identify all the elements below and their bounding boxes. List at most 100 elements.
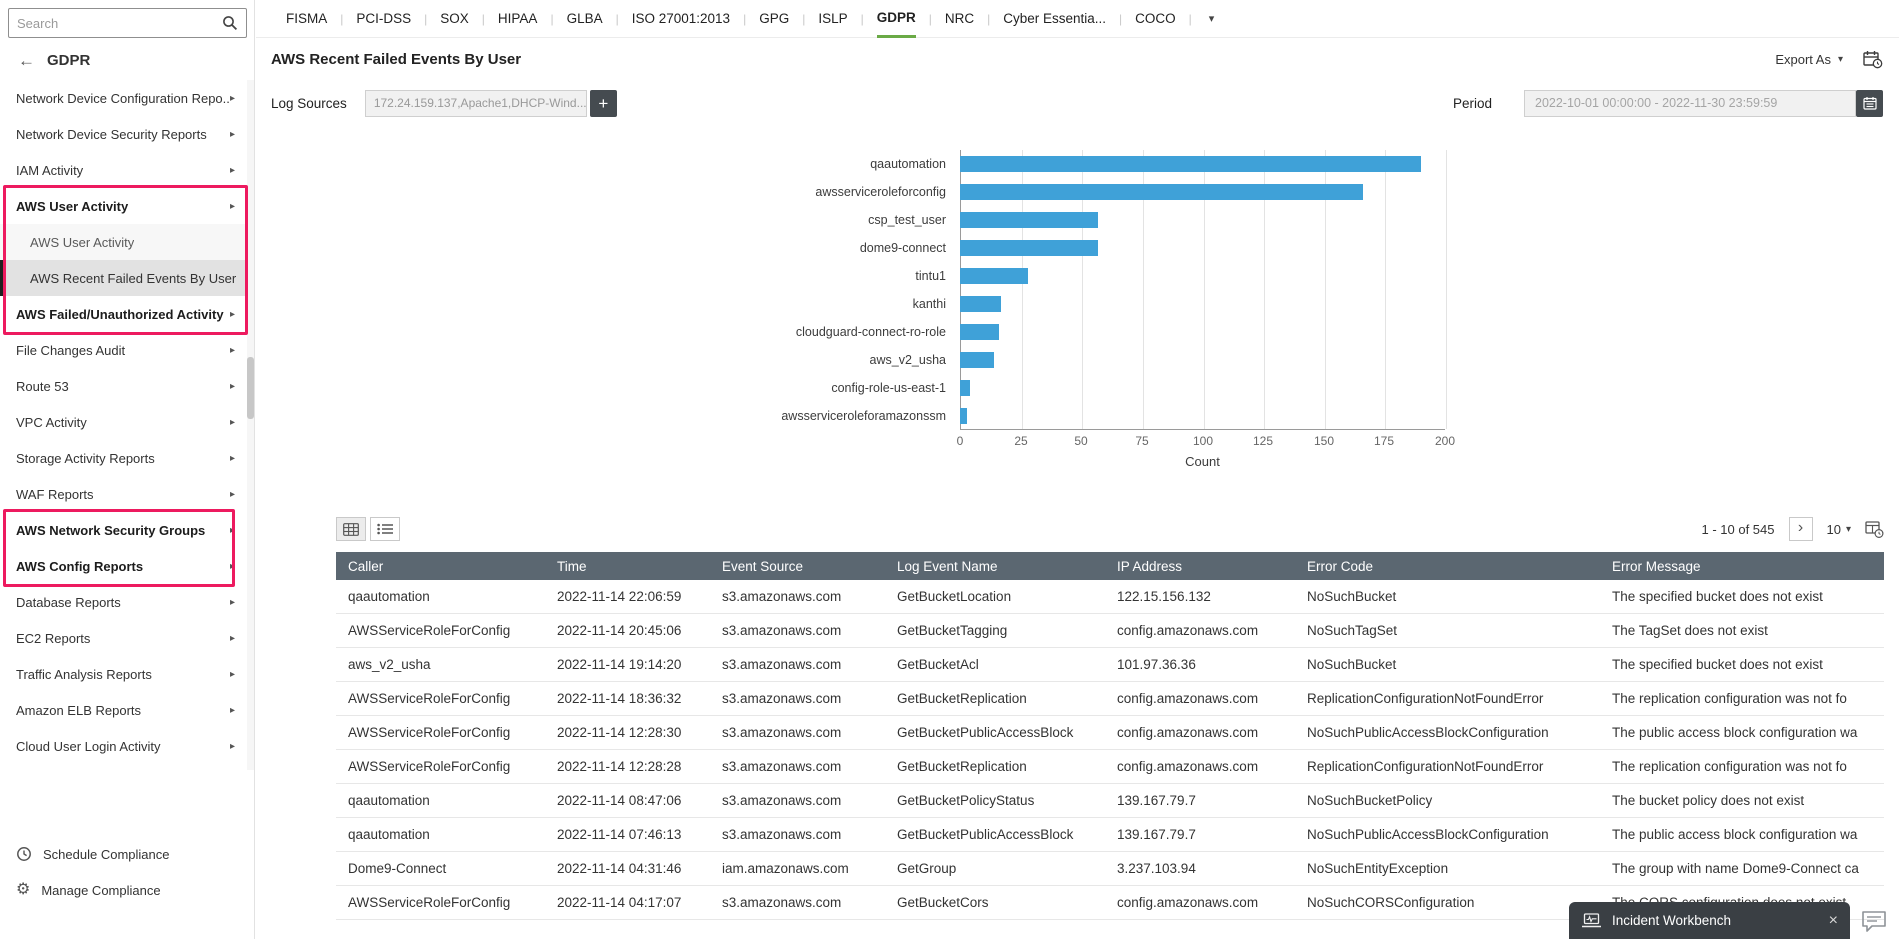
sidebar-item-database-reports[interactable]: Database Reports▸ [0, 584, 247, 620]
tab-iso-27001-2013[interactable]: ISO 27001:2013 [632, 0, 730, 38]
chart-ticks: 0255075100125150175200 [960, 430, 1445, 450]
tab-fisma[interactable]: FISMA [286, 0, 327, 38]
tab-glba[interactable]: GLBA [567, 0, 603, 38]
table-row[interactable]: aws_v2_usha2022-11-14 19:14:20s3.amazona… [336, 648, 1884, 682]
close-icon[interactable]: × [1829, 913, 1838, 929]
next-page-button[interactable]: › [1789, 517, 1813, 541]
log-sources-label: Log Sources [271, 96, 347, 111]
table-cell: config.amazonaws.com [1105, 750, 1295, 783]
chart-bar[interactable] [960, 184, 1363, 200]
chart-bar[interactable] [960, 296, 1001, 312]
chevron-right-icon: ▸ [230, 381, 237, 392]
sidebar-item-storage-activity-reports[interactable]: Storage Activity Reports▸ [0, 440, 247, 476]
table-row[interactable]: AWSServiceRoleForConfig2022-11-14 18:36:… [336, 682, 1884, 716]
tab-coco[interactable]: COCO [1135, 0, 1176, 38]
sidebar-item-aws-failed-unauthorized-activity[interactable]: AWS Failed/Unauthorized Activity▸ [0, 296, 247, 332]
period-input[interactable]: 2022-10-01 00:00:00 - 2022-11-30 23:59:5… [1524, 90, 1856, 117]
table-row[interactable]: Dome9-Connect2022-11-14 04:31:46iam.amaz… [336, 852, 1884, 886]
chart-bar[interactable] [960, 352, 994, 368]
table-row[interactable]: AWSServiceRoleForConfig2022-11-14 12:28:… [336, 750, 1884, 784]
chevron-down-icon[interactable]: ▾ [1209, 12, 1215, 25]
chevron-right-icon: ▸ [230, 705, 237, 716]
column-header-error-code[interactable]: Error Code [1295, 552, 1600, 580]
table-cell: GetBucketAcl [885, 648, 1105, 681]
schedule-report-icon[interactable] [1863, 50, 1883, 69]
sidebar-item-aws-network-security-groups[interactable]: AWS Network Security Groups▸ [0, 512, 247, 548]
table-row[interactable]: qaautomation2022-11-14 08:47:06s3.amazon… [336, 784, 1884, 818]
chart-bar[interactable] [960, 268, 1028, 284]
table-header: CallerTimeEvent SourceLog Event NameIP A… [336, 552, 1884, 580]
table-row[interactable]: qaautomation2022-11-14 07:46:13s3.amazon… [336, 818, 1884, 852]
sidebar-item-label: VPC Activity [16, 415, 230, 430]
tab-gdpr[interactable]: GDPR [877, 0, 916, 38]
chart-bar[interactable] [960, 240, 1098, 256]
sidebar-scrollbar[interactable] [247, 80, 254, 770]
scrollbar-thumb[interactable] [247, 357, 254, 419]
sidebar-item-route-53[interactable]: Route 53▸ [0, 368, 247, 404]
search-input[interactable] [17, 16, 222, 31]
table-cell: The bucket policy does not exist [1600, 784, 1884, 817]
sidebar-item-aws-user-activity[interactable]: AWS User Activity▸ [0, 188, 247, 224]
column-header-log-event-name[interactable]: Log Event Name [885, 552, 1105, 580]
sidebar-subitem-aws-recent-failed-events-by-user[interactable]: AWS Recent Failed Events By User [0, 260, 247, 296]
export-as-button[interactable]: Export As ▾ [1775, 52, 1843, 67]
table-row[interactable]: qaautomation2022-11-14 22:06:59s3.amazon… [336, 580, 1884, 614]
schedule-compliance-button[interactable]: Schedule Compliance [0, 836, 247, 872]
tab-hipaa[interactable]: HIPAA [498, 0, 538, 38]
page-size-select[interactable]: 10 ▾ [1827, 522, 1852, 537]
sidebar-item-file-changes-audit[interactable]: File Changes Audit▸ [0, 332, 247, 368]
chart-bar[interactable] [960, 408, 967, 424]
chart-bar[interactable] [960, 212, 1098, 228]
chart-bar[interactable] [960, 156, 1421, 172]
log-sources-input[interactable]: 172.24.159.137,Apache1,DHCP-Wind... [365, 90, 587, 117]
search-box[interactable] [8, 8, 247, 38]
tab-pci-dss[interactable]: PCI-DSS [356, 0, 411, 38]
sidebar-item-cloud-user-login-activity[interactable]: Cloud User Login Activity▸ [0, 728, 247, 764]
table-row[interactable]: AWSServiceRoleForConfig2022-11-14 12:28:… [336, 716, 1884, 750]
tab-sox[interactable]: SOX [440, 0, 469, 38]
chart-row: awsserviceroleforconfig [271, 178, 1511, 206]
sidebar-item-aws-config-reports[interactable]: AWS Config Reports▸ [0, 548, 247, 584]
manage-compliance-button[interactable]: ⚙ Manage Compliance [0, 872, 247, 908]
chevron-right-icon: ▸ [230, 633, 237, 644]
sidebar-item-amazon-elb-reports[interactable]: Amazon ELB Reports▸ [0, 692, 247, 728]
add-log-source-button[interactable]: + [590, 90, 617, 117]
calendar-button[interactable] [1856, 90, 1883, 117]
tab-cyber-essentia[interactable]: Cyber Essentia... [1003, 0, 1106, 38]
chart-bar[interactable] [960, 380, 970, 396]
sidebar-item-network-device-security-reports[interactable]: Network Device Security Reports▸ [0, 116, 247, 152]
sidebar-item-label: Network Device Configuration Repo... [16, 91, 230, 106]
column-header-event-source[interactable]: Event Source [710, 552, 885, 580]
tab-gpg[interactable]: GPG [759, 0, 789, 38]
chat-button[interactable] [1858, 906, 1890, 936]
grid-view-button[interactable] [336, 517, 366, 541]
chart-bar[interactable] [960, 324, 999, 340]
list-view-button[interactable] [370, 517, 400, 541]
sidebar-item-label: IAM Activity [16, 163, 230, 178]
tab-divider: | [340, 12, 343, 26]
sidebar-item-network-device-configuration-repo[interactable]: Network Device Configuration Repo...▸ [0, 80, 247, 116]
column-header-error-message[interactable]: Error Message [1600, 552, 1884, 580]
table-cell: NoSuchEntityException [1295, 852, 1600, 885]
column-header-ip-address[interactable]: IP Address [1105, 552, 1295, 580]
tab-nrc[interactable]: NRC [945, 0, 974, 38]
sidebar-item-traffic-analysis-reports[interactable]: Traffic Analysis Reports▸ [0, 656, 247, 692]
sidebar-item-ec2-reports[interactable]: EC2 Reports▸ [0, 620, 247, 656]
tab-divider: | [802, 12, 805, 26]
column-header-time[interactable]: Time [545, 552, 710, 580]
column-header-caller[interactable]: Caller [336, 552, 545, 580]
search-icon[interactable] [222, 15, 238, 31]
table-cell: The specified bucket does not exist [1600, 580, 1884, 613]
incident-workbench-panel[interactable]: Incident Workbench × [1569, 902, 1850, 939]
sidebar-item-iam-activity[interactable]: IAM Activity▸ [0, 152, 247, 188]
table-row[interactable]: AWSServiceRoleForConfig2022-11-14 20:45:… [336, 614, 1884, 648]
incident-workbench-icon [1581, 913, 1602, 929]
sidebar-item-vpc-activity[interactable]: VPC Activity▸ [0, 404, 247, 440]
sidebar-item-waf-reports[interactable]: WAF Reports▸ [0, 476, 247, 512]
back-navigation[interactable]: ← GDPR [0, 40, 254, 80]
table-settings-icon[interactable] [1865, 521, 1884, 538]
tab-islp[interactable]: ISLP [818, 0, 847, 38]
sidebar-subitem-aws-user-activity[interactable]: AWS User Activity [0, 224, 247, 260]
back-arrow-icon[interactable]: ← [18, 52, 35, 69]
table-cell: AWSServiceRoleForConfig [336, 682, 545, 715]
